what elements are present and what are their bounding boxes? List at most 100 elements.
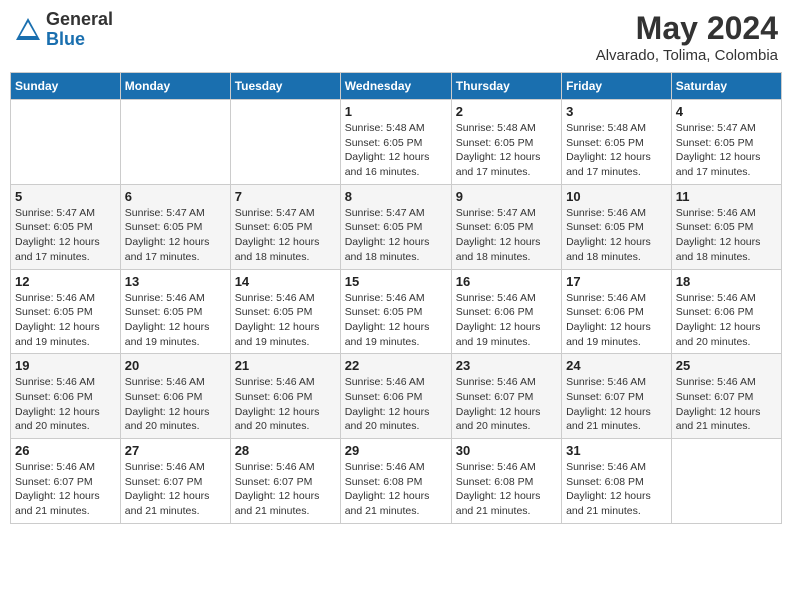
day-info: Sunrise: 5:46 AMSunset: 6:05 PMDaylight:… <box>676 206 777 265</box>
calendar-cell: 1Sunrise: 5:48 AMSunset: 6:05 PMDaylight… <box>340 100 451 185</box>
calendar-cell: 26 Sunrise: 5:46 AMSunset: 6:07 PMDayligh… <box>11 439 121 524</box>
day-info: Sunrise: 5:46 AMSunset: 6:05 PMDaylight:… <box>235 291 336 350</box>
day-number: 26 <box>15 443 116 458</box>
calendar-cell: 12Sunrise: 5:46 AMSunset: 6:05 PMDayligh… <box>11 269 121 354</box>
day-info: Sunrise: 5:47 AMSunset: 6:05 PMDaylight:… <box>676 121 777 180</box>
day-number: 5 <box>15 189 116 204</box>
calendar-cell: 30 Sunrise: 5:46 AMSunset: 6:08 PMDayligh… <box>451 439 561 524</box>
day-of-week-header: Saturday <box>671 73 781 100</box>
day-number: 27 <box>125 443 226 458</box>
logo-text: General Blue <box>46 10 113 50</box>
calendar-cell: 14 Sunrise: 5:46 AMSunset: 6:05 PMDayligh… <box>230 269 340 354</box>
title-block: May 2024 Alvarado, Tolima, Colombia <box>596 10 778 64</box>
day-number: 14 <box>235 274 336 289</box>
day-number: 28 <box>235 443 336 458</box>
day-info: Sunrise: 5:46 AMSunset: 6:07 PMDaylight:… <box>125 460 226 519</box>
day-number: 16 <box>456 274 557 289</box>
day-info: Sunrise: 5:46 AMSunset: 6:07 PMDaylight:… <box>15 460 116 519</box>
day-info: Sunrise: 5:46 AMSunset: 6:06 PMDaylight:… <box>125 375 226 434</box>
day-of-week-header: Sunday <box>11 73 121 100</box>
logo-general: General <box>46 9 113 29</box>
day-info: Sunrise: 5:48 AMSunset: 6:05 PMDaylight:… <box>566 121 667 180</box>
day-number: 29 <box>345 443 447 458</box>
calendar-week-row: 1 Sunrise: 5:48 AMSunset: 6:05 PMDaylight… <box>11 100 782 185</box>
day-info: Sunrise: 5:46 AMSunset: 6:05 PMDaylight:… <box>345 291 447 350</box>
calendar-cell: 28 Sunrise: 5:46 AMSunset: 6:07 PMDayligh… <box>230 439 340 524</box>
day-of-week-header: Tuesday <box>230 73 340 100</box>
day-info: Sunrise: 5:46 AMSunset: 6:05 PMDaylight:… <box>566 206 667 265</box>
day-of-week-header: Wednesday <box>340 73 451 100</box>
day-number: 2 <box>456 104 557 119</box>
logo: General Blue <box>14 10 113 50</box>
calendar-header-row: SundayMondayTuesdayWednesdayThursdayFrid… <box>11 73 782 100</box>
day-number: 7 <box>235 189 336 204</box>
calendar-cell: 18Sunrise: 5:46 AMSunset: 6:06 PMDayligh… <box>671 269 781 354</box>
day-info: Sunrise: 5:47 AMSunset: 6:05 PMDaylight:… <box>345 206 447 265</box>
day-number: 24 <box>566 358 667 373</box>
calendar-cell: 17 Sunrise: 5:46 AMSunset: 6:06 PMDayligh… <box>562 269 672 354</box>
day-info: Sunrise: 5:46 AMSunset: 6:05 PMDaylight:… <box>125 291 226 350</box>
calendar-cell: 7 Sunrise: 5:47 AMSunset: 6:05 PMDaylight… <box>230 184 340 269</box>
logo-icon <box>14 16 42 44</box>
day-number: 23 <box>456 358 557 373</box>
day-info: Sunrise: 5:46 AMSunset: 6:07 PMDaylight:… <box>566 375 667 434</box>
calendar-table: SundayMondayTuesdayWednesdayThursdayFrid… <box>10 72 782 524</box>
calendar-cell: 22 Sunrise: 5:46 AMSunset: 6:06 PMDayligh… <box>340 354 451 439</box>
calendar-cell: 5 Sunrise: 5:47 AMSunset: 6:05 PMDaylight… <box>11 184 121 269</box>
day-number: 9 <box>456 189 557 204</box>
calendar-cell: 23 Sunrise: 5:46 AMSunset: 6:07 PMDayligh… <box>451 354 561 439</box>
day-info: Sunrise: 5:46 AMSunset: 6:06 PMDaylight:… <box>456 291 557 350</box>
day-number: 15 <box>345 274 447 289</box>
logo-blue: Blue <box>46 29 85 49</box>
day-info: Sunrise: 5:47 AMSunset: 6:05 PMDaylight:… <box>15 206 116 265</box>
calendar-week-row: 19 Sunrise: 5:46 AMSunset: 6:06 PMDayligh… <box>11 354 782 439</box>
calendar-cell <box>230 100 340 185</box>
calendar-cell: 6Sunrise: 5:47 AMSunset: 6:05 PMDaylight… <box>120 184 230 269</box>
day-info: Sunrise: 5:46 AMSunset: 6:06 PMDaylight:… <box>15 375 116 434</box>
calendar-week-row: 5 Sunrise: 5:47 AMSunset: 6:05 PMDaylight… <box>11 184 782 269</box>
day-info: Sunrise: 5:46 AMSunset: 6:06 PMDaylight:… <box>235 375 336 434</box>
day-info: Sunrise: 5:46 AMSunset: 6:05 PMDaylight:… <box>15 291 116 350</box>
calendar-cell <box>671 439 781 524</box>
day-info: Sunrise: 5:47 AMSunset: 6:05 PMDaylight:… <box>456 206 557 265</box>
day-number: 31 <box>566 443 667 458</box>
calendar-cell: 3 Sunrise: 5:48 AMSunset: 6:05 PMDaylight… <box>562 100 672 185</box>
day-info: Sunrise: 5:46 AMSunset: 6:07 PMDaylight:… <box>456 375 557 434</box>
day-number: 20 <box>125 358 226 373</box>
day-info: Sunrise: 5:46 AMSunset: 6:07 PMDaylight:… <box>235 460 336 519</box>
day-number: 4 <box>676 104 777 119</box>
month-year: May 2024 <box>596 10 778 47</box>
day-number: 17 <box>566 274 667 289</box>
calendar-cell: 9 Sunrise: 5:47 AMSunset: 6:05 PMDaylight… <box>451 184 561 269</box>
day-info: Sunrise: 5:46 AMSunset: 6:07 PMDaylight:… <box>676 375 777 434</box>
calendar-cell: 19 Sunrise: 5:46 AMSunset: 6:06 PMDayligh… <box>11 354 121 439</box>
day-of-week-header: Monday <box>120 73 230 100</box>
day-info: Sunrise: 5:46 AMSunset: 6:08 PMDaylight:… <box>566 460 667 519</box>
day-number: 3 <box>566 104 667 119</box>
day-info: Sunrise: 5:46 AMSunset: 6:06 PMDaylight:… <box>345 375 447 434</box>
calendar-week-row: 26 Sunrise: 5:46 AMSunset: 6:07 PMDayligh… <box>11 439 782 524</box>
day-number: 18 <box>676 274 777 289</box>
day-number: 19 <box>15 358 116 373</box>
day-info: Sunrise: 5:46 AMSunset: 6:06 PMDaylight:… <box>566 291 667 350</box>
day-number: 22 <box>345 358 447 373</box>
calendar-cell: 21Sunrise: 5:46 AMSunset: 6:06 PMDayligh… <box>230 354 340 439</box>
calendar-cell <box>120 100 230 185</box>
day-number: 11 <box>676 189 777 204</box>
day-number: 8 <box>345 189 447 204</box>
calendar-cell: 2Sunrise: 5:48 AMSunset: 6:05 PMDaylight… <box>451 100 561 185</box>
day-info: Sunrise: 5:47 AMSunset: 6:05 PMDaylight:… <box>125 206 226 265</box>
calendar-cell: 8 Sunrise: 5:47 AMSunset: 6:05 PMDaylight… <box>340 184 451 269</box>
day-number: 1 <box>345 104 447 119</box>
calendar-cell: 25Sunrise: 5:46 AMSunset: 6:07 PMDayligh… <box>671 354 781 439</box>
calendar-cell: 10Sunrise: 5:46 AMSunset: 6:05 PMDayligh… <box>562 184 672 269</box>
calendar-cell: 15 Sunrise: 5:46 AMSunset: 6:05 PMDayligh… <box>340 269 451 354</box>
day-info: Sunrise: 5:46 AMSunset: 6:08 PMDaylight:… <box>456 460 557 519</box>
calendar-cell: 27 Sunrise: 5:46 AMSunset: 6:07 PMDayligh… <box>120 439 230 524</box>
day-number: 30 <box>456 443 557 458</box>
calendar-cell: 16 Sunrise: 5:46 AMSunset: 6:06 PMDayligh… <box>451 269 561 354</box>
day-info: Sunrise: 5:47 AMSunset: 6:05 PMDaylight:… <box>235 206 336 265</box>
calendar-cell <box>11 100 121 185</box>
day-number: 13 <box>125 274 226 289</box>
location: Alvarado, Tolima, Colombia <box>596 47 778 64</box>
